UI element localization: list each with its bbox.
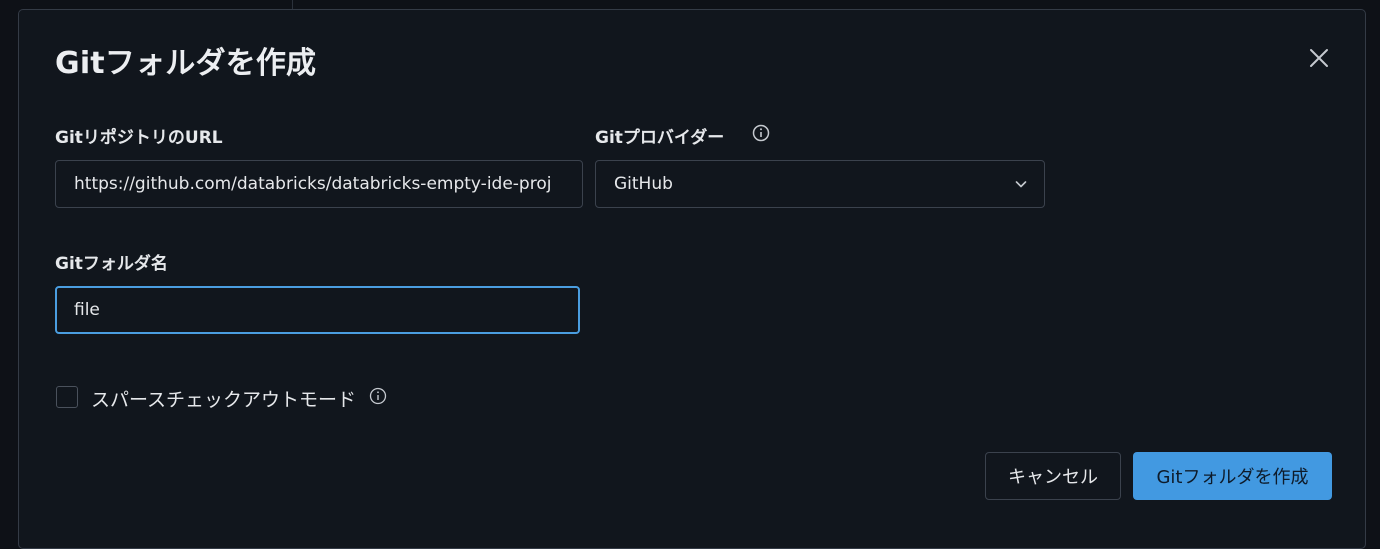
chevron-down-icon [1015,181,1027,188]
provider-selected-value: GitHub [614,174,673,194]
folder-name-input[interactable] [55,286,580,334]
provider-info-icon[interactable] [752,124,770,142]
sparse-checkout-checkbox[interactable] [56,386,78,408]
provider-label: Gitプロバイダー [595,128,725,148]
dialog-title: Gitフォルダを作成 [55,46,317,81]
repo-url-input[interactable] [55,160,583,208]
repo-url-label: GitリポジトリのURL [55,128,223,148]
create-git-folder-button[interactable]: Gitフォルダを作成 [1133,452,1332,500]
provider-select[interactable]: GitHub [595,160,1045,208]
close-button[interactable] [1303,42,1335,74]
folder-name-label: Gitフォルダ名 [55,254,168,274]
cancel-button[interactable]: キャンセル [985,452,1121,500]
create-git-folder-dialog: Gitフォルダを作成 GitリポジトリのURL Gitプロバイダー GitHub… [18,9,1366,549]
sparse-checkout-info-icon[interactable] [369,387,387,405]
close-icon [1310,49,1328,67]
sparse-checkout-label: スパースチェックアウトモード [91,389,357,411]
